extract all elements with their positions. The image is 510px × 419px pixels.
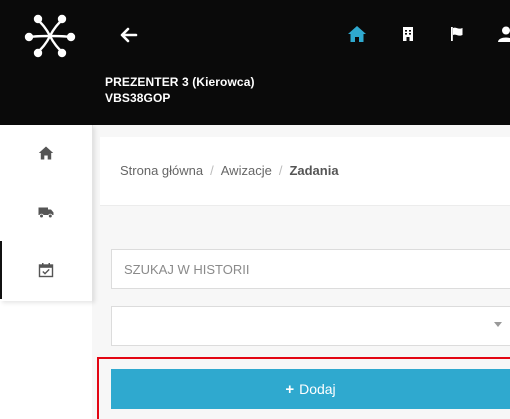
calendar-check-icon [38,263,54,278]
sidebar-item-tasks[interactable] [0,241,94,299]
add-button[interactable]: + Dodaj [111,369,510,409]
chevron-down-icon [494,322,502,327]
home-icon[interactable] [347,24,367,44]
breadcrumb-separator: / [278,163,283,178]
breadcrumb: Strona główna / Awizacje / Zadania [120,163,339,178]
breadcrumb-item-home[interactable]: Strona główna [120,163,203,178]
breadcrumb-item-awizacje[interactable]: Awizacje [221,163,272,178]
truck-icon [38,207,54,219]
back-arrow-icon[interactable] [120,26,138,44]
plus-icon: + [285,380,295,398]
document-icon[interactable] [398,24,418,44]
breadcrumb-card: Strona główna / Awizacje / Zadania [100,137,510,206]
user-name: PREZENTER 3 (Kierowca) [105,75,255,89]
breadcrumb-separator: / [210,163,214,178]
add-button-label: Dodaj [299,381,336,397]
vehicle-plate: VBS38GOP [105,91,171,105]
breadcrumb-current: Zadania [289,163,339,178]
filter-select[interactable] [111,306,510,346]
app-logo-icon[interactable] [20,10,80,62]
top-header: PREZENTER 3 (Kierowca) VBS38GOP [0,0,510,125]
home-icon [38,146,54,160]
flag-icon[interactable] [447,24,467,44]
sidebar [0,125,93,301]
user-icon[interactable] [496,24,510,44]
search-input[interactable] [111,249,510,289]
sidebar-item-transport[interactable] [0,183,92,241]
sidebar-item-home[interactable] [0,125,92,183]
